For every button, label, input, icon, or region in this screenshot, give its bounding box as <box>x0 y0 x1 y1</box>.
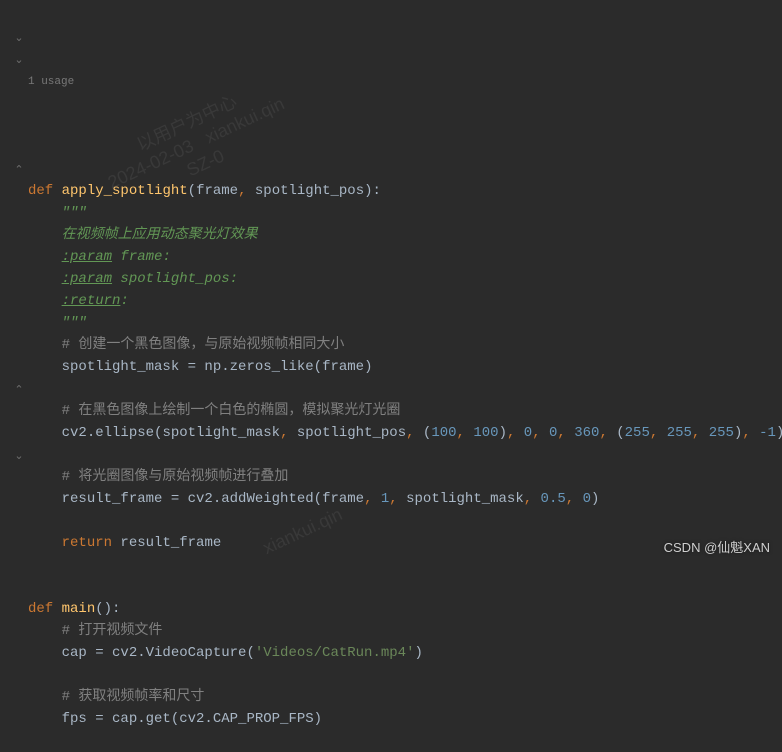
number: 100 <box>473 425 498 441</box>
comment: # 在黑色图像上绘制一个白色的椭圆，模拟聚光灯光圈 <box>62 403 401 419</box>
colon: : <box>373 183 381 199</box>
code-text: result_frame = cv2.addWeighted( <box>62 491 322 507</box>
arg: spotlight_mask <box>162 425 280 441</box>
keyword-def: def <box>28 601 53 617</box>
docstring-line: 在视频帧上应用动态聚光灯效果 <box>62 227 258 243</box>
fold-icon[interactable]: ⌄ <box>14 50 24 72</box>
return-value: result_frame <box>112 535 221 551</box>
docstring-open: """ <box>62 205 87 221</box>
fold-icon[interactable]: ⌄ <box>14 28 24 50</box>
code-text: spotlight_mask = np.zeros_like( <box>62 359 322 375</box>
paren-close: ) <box>364 359 372 375</box>
function-name: main <box>62 601 96 617</box>
doc-param-name: spotlight_pos: <box>112 271 238 287</box>
number: 255 <box>709 425 734 441</box>
paren-close: ) <box>591 491 599 507</box>
doc-tag-param: :param <box>62 271 112 287</box>
doc-tag-return: :return <box>62 293 121 309</box>
doc-colon: : <box>120 293 128 309</box>
comment: # 创建一个黑色图像，与原始视频帧相同大小 <box>62 337 345 353</box>
paren-close: ) <box>364 183 372 199</box>
colon: : <box>112 601 120 617</box>
param-spotlight-pos: spotlight_pos <box>255 183 364 199</box>
comment: # 打开视频文件 <box>62 623 163 639</box>
arg: spotlight_mask <box>406 491 524 507</box>
fold-icon[interactable]: ⌄ <box>14 446 24 468</box>
comment: # 获取视频帧率和尺寸 <box>62 689 205 705</box>
arg: spotlight_pos <box>297 425 406 441</box>
param-frame: frame <box>196 183 238 199</box>
code-block[interactable]: def apply_spotlight(frame, spotlight_pos… <box>0 180 782 730</box>
number: 360 <box>574 425 599 441</box>
csdn-credit: CSDN @仙魁XAN <box>664 537 770 556</box>
arg-frame: frame <box>322 359 364 375</box>
number: 0 <box>583 491 591 507</box>
keyword-return: return <box>62 535 112 551</box>
code-text: cap = cv2.VideoCapture( <box>62 645 255 661</box>
usage-hint[interactable]: 1 usage <box>0 72 782 92</box>
comment: # 将光圈图像与原始视频帧进行叠加 <box>62 469 289 485</box>
arg: frame <box>322 491 364 507</box>
number: 0 <box>524 425 532 441</box>
paren-close: ) <box>776 425 782 441</box>
function-name: apply_spotlight <box>62 183 188 199</box>
number: 100 <box>431 425 456 441</box>
code-text: cv2.ellipse( <box>62 425 163 441</box>
doc-tag-param: :param <box>62 249 112 265</box>
paren-close: ) <box>414 645 422 661</box>
number: 0.5 <box>541 491 566 507</box>
doc-param-name: frame: <box>112 249 171 265</box>
number: 255 <box>667 425 692 441</box>
code-editor[interactable]: 1 usage ⌄ ⌄ ⌃ ⌃ ⌄ def apply_spotlight(fr… <box>0 0 782 752</box>
number: 255 <box>625 425 650 441</box>
comma: , <box>238 183 246 199</box>
keyword-def: def <box>28 183 53 199</box>
docstring-close: """ <box>62 315 87 331</box>
parens: () <box>95 601 112 617</box>
code-text: fps = cap.get(cv2.CAP_PROP_FPS) <box>62 711 322 727</box>
number: -1 <box>759 425 776 441</box>
paren-open: ( <box>188 183 196 199</box>
string-literal: 'Videos/CatRun.mp4' <box>255 645 415 661</box>
fold-icon[interactable]: ⌃ <box>14 160 24 182</box>
fold-icon[interactable]: ⌃ <box>14 380 24 402</box>
gutter: ⌄ ⌄ ⌃ ⌃ ⌄ <box>0 6 24 566</box>
